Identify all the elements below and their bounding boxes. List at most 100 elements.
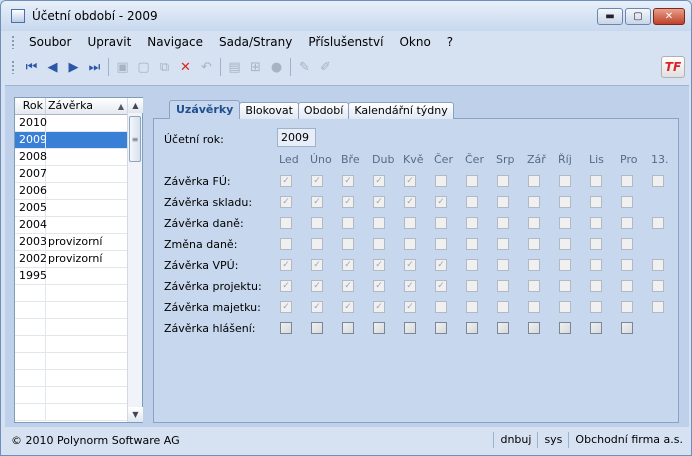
closing-checkbox[interactable]: ✓: [311, 280, 323, 292]
closing-checkbox[interactable]: [280, 217, 292, 229]
closing-checkbox[interactable]: [559, 322, 571, 334]
closing-checkbox[interactable]: [528, 196, 540, 208]
closing-checkbox[interactable]: ✓: [280, 280, 292, 292]
menu-sada-strany[interactable]: Sada/Strany: [211, 35, 300, 49]
closing-checkbox[interactable]: [435, 322, 447, 334]
closing-checkbox[interactable]: ✓: [373, 301, 385, 313]
menu-prislusenstvi[interactable]: Příslušenství: [300, 35, 391, 49]
year-row[interactable]: 2003 provizorní: [15, 234, 128, 251]
year-row[interactable]: 2006: [15, 183, 128, 200]
closing-checkbox[interactable]: [466, 322, 478, 334]
closing-checkbox[interactable]: [590, 196, 602, 208]
closing-checkbox[interactable]: ✓: [342, 259, 354, 271]
closing-checkbox[interactable]: ✓: [404, 175, 416, 187]
closing-checkbox[interactable]: [559, 217, 571, 229]
closing-checkbox[interactable]: [466, 217, 478, 229]
closing-checkbox[interactable]: [404, 217, 416, 229]
delete-icon[interactable]: ✕: [175, 57, 196, 77]
closing-checkbox[interactable]: [497, 196, 509, 208]
prev-record-icon[interactable]: ◀: [42, 57, 63, 77]
closing-checkbox[interactable]: [528, 217, 540, 229]
closing-checkbox[interactable]: [621, 280, 633, 292]
closing-checkbox[interactable]: [652, 280, 664, 292]
closing-checkbox[interactable]: [497, 238, 509, 250]
last-record-icon[interactable]: ⏭: [84, 57, 105, 77]
closing-checkbox[interactable]: [466, 238, 478, 250]
print-icon[interactable]: ▤: [224, 57, 245, 77]
new-icon[interactable]: ▢: [133, 57, 154, 77]
stop-icon[interactable]: ●: [266, 57, 287, 77]
close-button[interactable]: ✕: [653, 8, 685, 25]
closing-checkbox[interactable]: [559, 280, 571, 292]
closing-checkbox[interactable]: ✓: [342, 175, 354, 187]
closing-checkbox[interactable]: ✓: [373, 196, 385, 208]
closing-checkbox[interactable]: [311, 322, 323, 334]
closing-checkbox[interactable]: [621, 196, 633, 208]
closing-checkbox[interactable]: [652, 217, 664, 229]
closing-checkbox[interactable]: [497, 301, 509, 313]
closing-checkbox[interactable]: ✓: [311, 196, 323, 208]
closing-checkbox[interactable]: [621, 259, 633, 271]
closing-checkbox[interactable]: ✓: [280, 259, 292, 271]
closing-checkbox[interactable]: [652, 175, 664, 187]
closing-checkbox[interactable]: [280, 238, 292, 250]
closing-checkbox[interactable]: [528, 238, 540, 250]
year-row[interactable]: 2010: [15, 115, 128, 132]
closing-checkbox[interactable]: [528, 175, 540, 187]
closing-checkbox[interactable]: [528, 259, 540, 271]
menu-grip-icon[interactable]: [11, 35, 15, 49]
closing-checkbox[interactable]: [342, 322, 354, 334]
closing-checkbox[interactable]: ✓: [280, 196, 292, 208]
closing-checkbox[interactable]: [373, 238, 385, 250]
closing-checkbox[interactable]: [590, 259, 602, 271]
closing-checkbox[interactable]: ✓: [404, 280, 416, 292]
closing-checkbox[interactable]: [621, 301, 633, 313]
closing-checkbox[interactable]: [621, 217, 633, 229]
tab-blokovat[interactable]: Blokovat: [239, 102, 299, 119]
closing-checkbox[interactable]: [590, 322, 602, 334]
tab-uzaverky[interactable]: Uzávěrky: [169, 100, 241, 119]
closing-checkbox[interactable]: [497, 322, 509, 334]
closing-checkbox[interactable]: [404, 322, 416, 334]
closing-checkbox[interactable]: ✓: [435, 196, 447, 208]
closing-checkbox[interactable]: [559, 259, 571, 271]
closing-checkbox[interactable]: [373, 217, 385, 229]
menu-upravit[interactable]: Upravit: [79, 35, 139, 49]
edit-alt-icon[interactable]: ✐: [315, 57, 336, 77]
year-row[interactable]: 2008: [15, 149, 128, 166]
closing-checkbox[interactable]: [311, 217, 323, 229]
closing-checkbox[interactable]: ✓: [280, 301, 292, 313]
closing-checkbox[interactable]: [621, 322, 633, 334]
menu-navigace[interactable]: Navigace: [139, 35, 211, 49]
column-header-rok[interactable]: Rok: [15, 98, 46, 114]
closing-checkbox[interactable]: [559, 301, 571, 313]
year-row[interactable]: 2004: [15, 217, 128, 234]
closing-checkbox[interactable]: [497, 280, 509, 292]
closing-checkbox[interactable]: ✓: [404, 259, 416, 271]
closing-checkbox[interactable]: ✓: [373, 280, 385, 292]
closing-checkbox[interactable]: [652, 259, 664, 271]
closing-checkbox[interactable]: [280, 322, 292, 334]
year-row[interactable]: 1995: [15, 268, 128, 285]
closing-checkbox[interactable]: [621, 238, 633, 250]
closing-checkbox[interactable]: [590, 280, 602, 292]
year-row[interactable]: 2007: [15, 166, 128, 183]
closing-checkbox[interactable]: [497, 217, 509, 229]
closing-checkbox[interactable]: [497, 259, 509, 271]
menu-okno[interactable]: Okno: [391, 35, 438, 49]
closing-checkbox[interactable]: [466, 280, 478, 292]
closing-checkbox[interactable]: ✓: [373, 259, 385, 271]
closing-checkbox[interactable]: [466, 301, 478, 313]
closing-checkbox[interactable]: [590, 217, 602, 229]
closing-checkbox[interactable]: [373, 322, 385, 334]
closing-checkbox[interactable]: [342, 217, 354, 229]
title-bar[interactable]: Účetní období - 2009 ▬ ▢ ✕: [1, 1, 691, 31]
next-record-icon[interactable]: ▶: [63, 57, 84, 77]
closing-checkbox[interactable]: [435, 238, 447, 250]
menu-soubor[interactable]: Soubor: [21, 35, 79, 49]
closing-checkbox[interactable]: [652, 301, 664, 313]
closing-checkbox[interactable]: ✓: [311, 175, 323, 187]
tree-icon[interactable]: ⊞: [245, 57, 266, 77]
maximize-button[interactable]: ▢: [625, 8, 651, 25]
closing-checkbox[interactable]: ✓: [435, 280, 447, 292]
